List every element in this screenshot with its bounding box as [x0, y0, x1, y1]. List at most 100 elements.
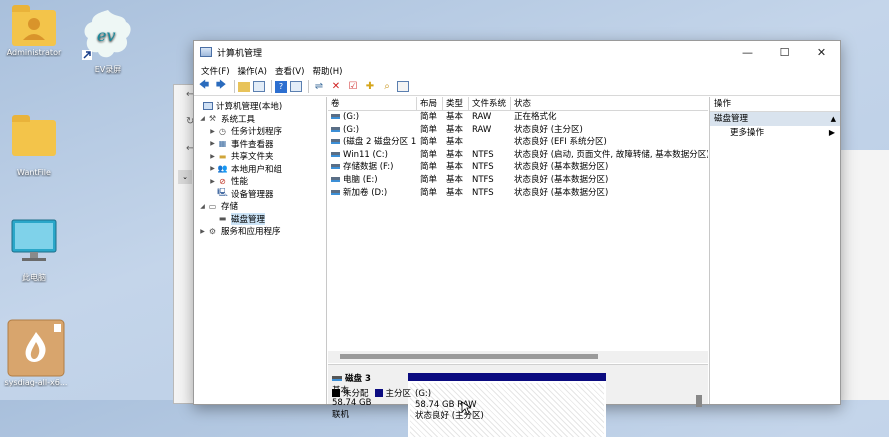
tree-item-system-tools[interactable]: ◢ ⚒ 系统工具 [194, 113, 326, 126]
volume-layout: 简单 [420, 112, 438, 122]
column-header-status[interactable]: 状态 [511, 97, 708, 110]
column-header-volume[interactable]: 卷 [328, 97, 417, 110]
more-actions-item[interactable]: 更多操作 ▶ [710, 126, 840, 140]
window-title: 计算机管理 [217, 48, 263, 59]
new-icon[interactable]: ✚ [363, 80, 377, 94]
volume-filesystem [469, 136, 511, 149]
expand-arrow-icon[interactable]: ◢ [198, 203, 207, 210]
installer-package-icon [7, 319, 65, 377]
volume-filesystem: NTFS [472, 174, 494, 185]
help-icon[interactable]: ? [275, 80, 287, 93]
desktop-icon-ev-recorder[interactable]: ev EV录屏 [74, 6, 142, 75]
collapse-up-icon[interactable]: ▲ [831, 112, 836, 126]
table-row[interactable]: 电脑 (E:) 简单 基本 NTFS 状态良好 (基本数据分区) [328, 174, 708, 187]
expand-arrow-icon[interactable]: ◢ [198, 115, 207, 122]
back-icon[interactable]: 🡄 [197, 80, 211, 94]
user-folder-icon [12, 5, 56, 46]
tree-item-event-viewer[interactable]: ▶ ▦ 事件查看器 [194, 138, 326, 151]
tree-item-storage[interactable]: ◢ ▭ 存储 [194, 200, 326, 213]
disk-name: 磁盘 3 [345, 374, 371, 384]
primary-partition-bar [408, 373, 606, 381]
delete-icon[interactable]: ✕ [329, 80, 343, 94]
volume-name: (G:) [343, 124, 360, 135]
maximize-button[interactable]: ☐ [766, 41, 803, 63]
desktop-icon-sysdiag[interactable]: sysdiag-all-x6... [2, 318, 70, 387]
volume-type: 基本 [446, 124, 464, 135]
title-bar[interactable]: 计算机管理 — ☐ ✕ [194, 41, 840, 63]
tree-item-label: 本地用户和组 [231, 164, 283, 175]
tree-item-computer-management[interactable]: 计算机管理(本地) [194, 100, 326, 113]
desktop-icon-wantfile[interactable]: WantFile [0, 115, 68, 177]
services-icon: ⚙ [208, 226, 217, 236]
volume-status: 状态良好 (主分区) [514, 124, 583, 135]
table-row[interactable]: (磁盘 2 磁盘分区 1) 简单 基本 状态良好 (EFI 系统分区) [328, 136, 708, 149]
volume-layout: 简单 [420, 137, 438, 148]
column-header-filesystem[interactable]: 文件系统 [469, 97, 511, 110]
toolbar-separator [271, 80, 272, 93]
volume-name: 新加卷 (D:) [343, 187, 388, 198]
volume-filesystem: NTFS [472, 149, 494, 160]
menu-bar: 文件(F) 操作(A) 查看(V) 帮助(H) [194, 63, 840, 78]
connect-icon[interactable]: ⇌ [312, 80, 326, 94]
list-view-icon[interactable] [397, 81, 409, 92]
computer-management-window: 计算机管理 — ☐ ✕ 文件(F) 操作(A) 查看(V) 帮助(H) 🡄 🡆 … [193, 40, 841, 437]
table-row[interactable]: (G:) 简单 基本 RAW 正在格式化 [328, 111, 708, 124]
close-button[interactable]: ✕ [803, 41, 840, 63]
collapse-arrow-icon[interactable]: ▶ [208, 178, 217, 185]
tree-item-local-users[interactable]: ▶ 👥 本地用户和组 [194, 163, 326, 176]
table-row[interactable]: (G:) 简单 基本 RAW 状态良好 (主分区) [328, 124, 708, 137]
up-folder-icon[interactable] [238, 81, 250, 92]
users-icon: 👥 [217, 164, 228, 174]
scrollbar-thumb[interactable] [340, 354, 598, 359]
menu-action[interactable]: 操作(A) [234, 65, 271, 77]
collapse-arrow-icon[interactable]: ▶ [208, 140, 217, 147]
collapse-arrow-icon[interactable]: ▶ [198, 228, 207, 235]
actions-section-disk-management[interactable]: 磁盘管理 ▲ [710, 112, 840, 126]
volume-icon [331, 164, 340, 170]
volume-name: Win11 (C:) [343, 149, 388, 160]
collapse-arrow-icon[interactable]: ▶ [208, 165, 217, 172]
horizontal-scrollbar[interactable] [328, 351, 708, 363]
properties-icon[interactable] [290, 81, 302, 92]
actions-section-label: 磁盘管理 [714, 114, 749, 124]
tree-item-disk-management[interactable]: ▬ 磁盘管理 [194, 212, 326, 226]
partition-block[interactable]: (G:) 58.74 GB RAW 状态良好 (主分区) [408, 373, 606, 437]
legend-primary: 主分区 [385, 389, 412, 399]
menu-file[interactable]: 文件(F) [197, 65, 234, 77]
volume-icon [331, 114, 340, 119]
tree-item-shared-folders[interactable]: ▶ ▬ 共享文件夹 [194, 150, 326, 163]
column-header-layout[interactable]: 布局 [417, 97, 443, 110]
tree-item-device-manager[interactable]: 🖳 设备管理器 [194, 188, 326, 201]
search-icon[interactable]: ⌕ [380, 80, 394, 94]
tree-item-label: 性能 [231, 177, 249, 188]
collapse-arrow-icon[interactable]: ▶ [208, 153, 217, 160]
minimize-button[interactable]: — [729, 41, 766, 63]
forward-icon[interactable]: 🡆 [214, 80, 228, 94]
volume-type: 基本 [446, 137, 464, 148]
check-icon[interactable]: ☑ [346, 80, 360, 94]
menu-help[interactable]: 帮助(H) [308, 65, 346, 77]
volume-status: 状态良好 (基本数据分区) [514, 187, 609, 198]
table-row[interactable]: 新加卷 (D:) 简单 基本 NTFS 状态良好 (基本数据分区) [328, 187, 708, 200]
desktop-icon-label: Administrator [6, 48, 62, 57]
tree-item-label: 计算机管理(本地) [216, 102, 283, 113]
desktop-icon-administrator[interactable]: Administrator [0, 5, 68, 57]
partition-details[interactable]: (G:) 58.74 GB RAW 状态良好 (主分区) [410, 383, 604, 437]
toolbar-separator [234, 80, 235, 93]
volume-status: 状态良好 (EFI 系统分区) [514, 137, 607, 148]
menu-view[interactable]: 查看(V) [271, 65, 308, 77]
toolbar: 🡄 🡆 ? ⇌ ✕ ☑ ✚ ⌕ [194, 78, 840, 96]
table-row[interactable]: 存储数据 (F:) 简单 基本 NTFS 状态良好 (基本数据分区) [328, 161, 708, 174]
collapse-arrow-icon[interactable]: ▶ [208, 128, 217, 135]
volume-name: (磁盘 2 磁盘分区 1) [343, 137, 417, 148]
vertical-scrollbar-thumb[interactable] [696, 395, 702, 407]
volume-type: 基本 [446, 174, 464, 185]
column-header-type[interactable]: 类型 [443, 97, 469, 110]
show-hide-tree-icon[interactable] [253, 81, 265, 92]
tree-item-services-apps[interactable]: ▶ ⚙ 服务和应用程序 [194, 225, 326, 238]
desktop-icon-this-pc[interactable]: 此电脑 [0, 218, 68, 283]
tree-item-performance[interactable]: ▶ ⊘ 性能 [194, 175, 326, 188]
tree-item-task-scheduler[interactable]: ▶ ◷ 任务计划程序 [194, 125, 326, 138]
table-row[interactable]: Win11 (C:) 简单 基本 NTFS 状态良好 (启动, 页面文件, 故障… [328, 149, 708, 162]
volume-filesystem: RAW [472, 112, 492, 122]
